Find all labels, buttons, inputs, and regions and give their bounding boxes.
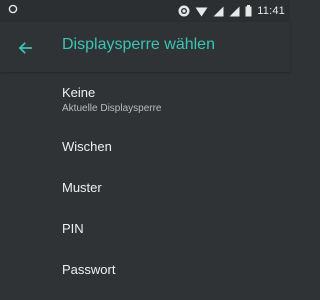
status-bar: 11:41 bbox=[0, 0, 290, 22]
screen: 11:41 Displaysperre wählen Keine Aktuell… bbox=[0, 0, 290, 300]
location-circle-icon bbox=[8, 4, 18, 14]
option-label: Passwort bbox=[62, 262, 116, 277]
vibrate-circle-icon bbox=[178, 5, 190, 17]
battery-icon bbox=[245, 5, 252, 17]
status-icons: 11:41 bbox=[178, 3, 285, 19]
option-label: Wischen bbox=[62, 139, 112, 154]
signal-icon-2 bbox=[229, 6, 240, 17]
signal-icon bbox=[213, 6, 224, 17]
status-time: 11:41 bbox=[257, 5, 285, 17]
option-label: Keine bbox=[62, 85, 96, 100]
option-sublabel: Aktuelle Displaysperre bbox=[62, 103, 162, 114]
wifi-icon bbox=[195, 6, 208, 17]
option-muster[interactable]: Muster bbox=[0, 167, 290, 208]
option-pin[interactable]: PIN bbox=[0, 208, 290, 249]
lock-options-list: Keine Aktuelle Displaysperre Wischen Mus… bbox=[0, 72, 290, 290]
toolbar: Displaysperre wählen bbox=[0, 22, 290, 72]
option-passwort[interactable]: Passwort bbox=[0, 249, 290, 290]
page-title: Displaysperre wählen bbox=[62, 36, 215, 53]
option-label: Muster bbox=[62, 180, 102, 195]
arrow-back-icon[interactable] bbox=[14, 37, 36, 59]
option-keine[interactable]: Keine Aktuelle Displaysperre bbox=[0, 72, 290, 126]
option-label: PIN bbox=[62, 221, 84, 236]
option-wischen[interactable]: Wischen bbox=[0, 126, 290, 167]
